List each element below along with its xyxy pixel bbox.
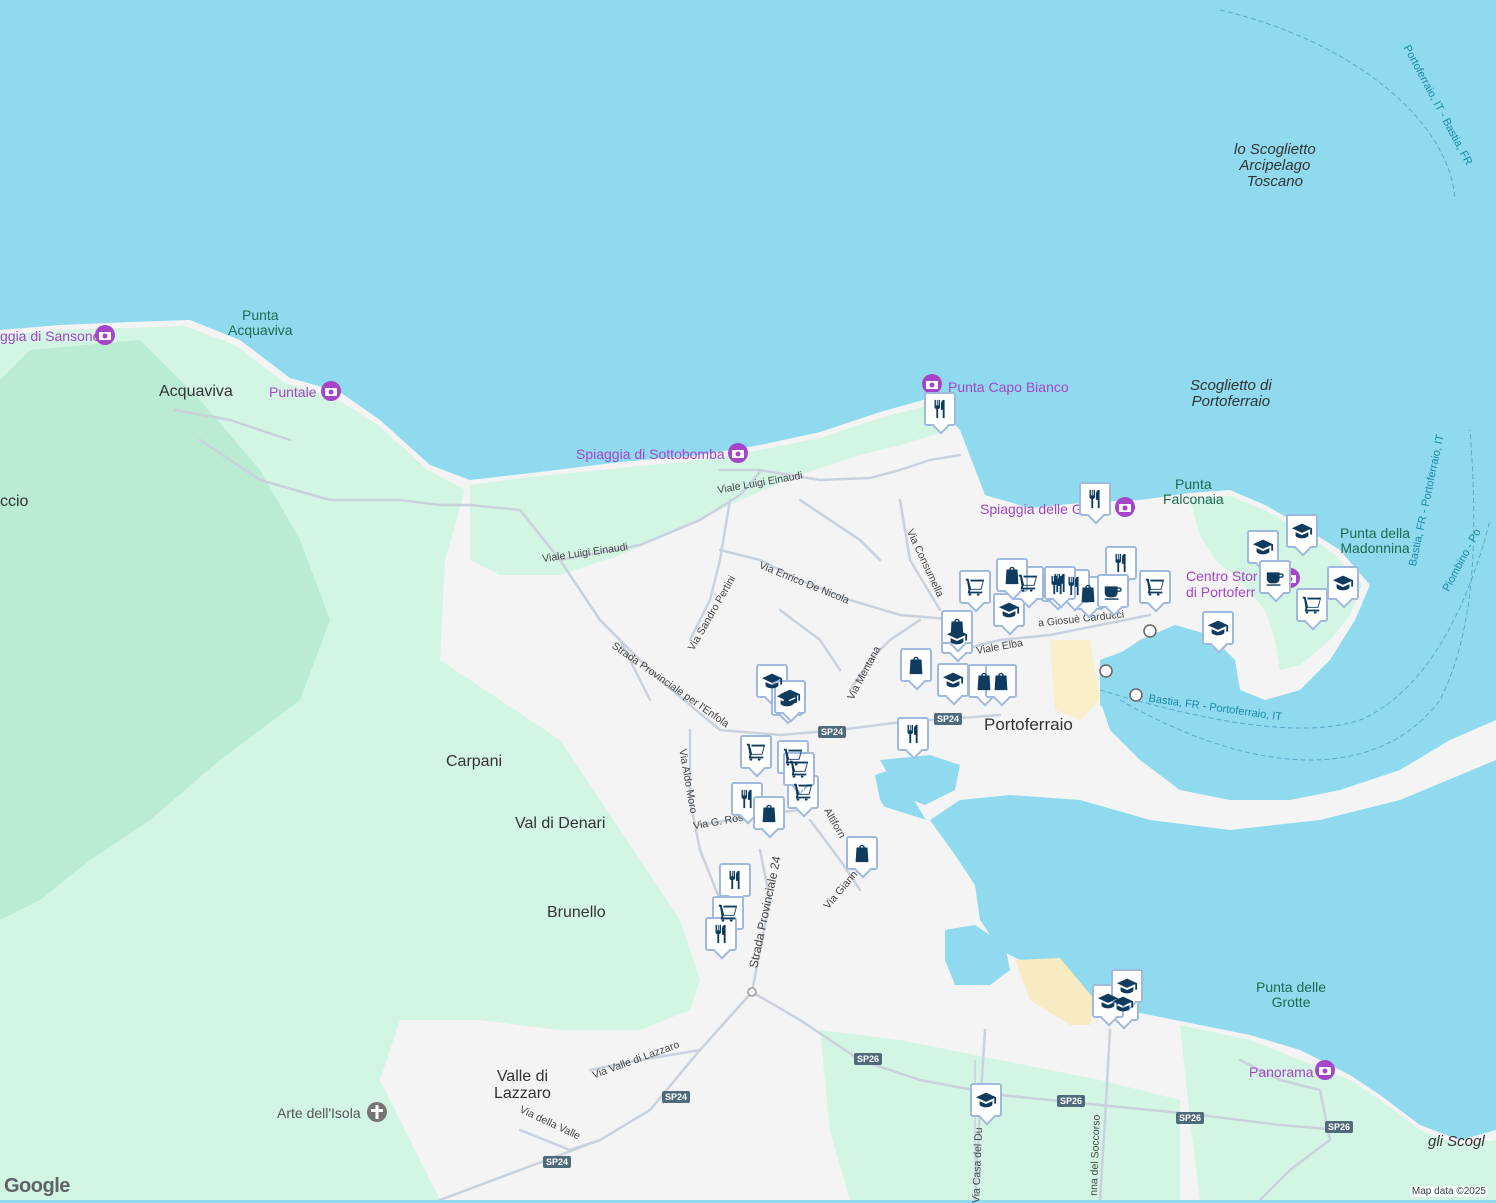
poi-punta-capo-bianco[interactable]: Punta Capo Bianco	[948, 380, 1069, 394]
cart-icon	[745, 741, 767, 763]
bag-icon	[851, 842, 873, 864]
shield-sp24: SP24	[818, 726, 847, 738]
road-via-casa-due: Via Casa del Du	[970, 1127, 985, 1203]
shield-sp26: SP26	[1176, 1112, 1205, 1124]
marker-pin-restaurant[interactable]	[719, 863, 751, 897]
sea-label-scoglietto-portoferraio: Scoglietto di Portoferraio	[1190, 377, 1272, 410]
marker-pin-bag[interactable]	[753, 796, 785, 830]
place-portoferraio: Portoferraio	[984, 715, 1073, 734]
marker-pin-cart[interactable]	[1139, 570, 1171, 604]
poi-spiaggia-sansone[interactable]: ggia di Sansone	[0, 329, 100, 343]
marker-pin-school[interactable]	[1327, 566, 1359, 600]
marker-pin-bag[interactable]	[900, 648, 932, 682]
shield-sp26: SP26	[854, 1053, 883, 1065]
school-icon	[779, 686, 801, 708]
cart-icon	[717, 902, 739, 924]
school-icon	[998, 599, 1020, 621]
marker-pin-bag[interactable]	[846, 836, 878, 870]
marker-pin-cart[interactable]	[1296, 588, 1328, 622]
school-icon	[1252, 536, 1274, 558]
place-valle-di-lazzaro: Valle di Lazzaro	[494, 1068, 551, 1102]
place-carpani: Carpani	[446, 753, 503, 770]
bag-icon	[1001, 564, 1023, 586]
place-brunello: Brunello	[547, 904, 606, 921]
shield-sp26: SP26	[1325, 1121, 1354, 1133]
green-label-punta-grotte: Punta delle Grotte	[1256, 979, 1327, 1010]
cart-icon	[1144, 576, 1166, 598]
map-attribution[interactable]: Map data ©2025	[1409, 1186, 1488, 1197]
school-icon	[1116, 975, 1138, 997]
bag-icon	[905, 654, 927, 676]
green-label-punta-falconaia: Punta Falconaia	[1163, 476, 1224, 507]
shield-sp24: SP24	[543, 1156, 572, 1168]
restaurant-icon	[724, 869, 746, 891]
school-icon	[942, 669, 964, 691]
restaurant-icon	[902, 723, 924, 745]
bag-icon	[990, 670, 1012, 692]
green-label-punta-madonnina: Punta della Madonnina	[1340, 525, 1411, 556]
restaurant-icon	[1110, 552, 1132, 574]
cart-icon	[788, 758, 810, 780]
cart-icon	[792, 781, 814, 803]
marker-pin-school[interactable]	[1202, 611, 1234, 645]
marker-pin-cart[interactable]	[740, 735, 772, 769]
road-via-soccorso: nna del Soccorso	[1087, 1114, 1103, 1196]
marker-pin-cart[interactable]	[959, 570, 991, 604]
marker-pin-school[interactable]	[1286, 514, 1318, 548]
poi-spiaggia-sottobomba[interactable]: Spiaggia di Sottobomba	[576, 447, 725, 461]
restaurant-icon	[710, 923, 732, 945]
place-val-di-denari: Val di Denari	[515, 815, 606, 832]
shield-sp24: SP24	[662, 1091, 691, 1103]
marker-pin-restaurant[interactable]	[897, 717, 929, 751]
shield-sp26: SP26	[1057, 1095, 1086, 1107]
marker-pin-restaurant[interactable]	[1079, 482, 1111, 516]
marker-pin-school[interactable]	[937, 663, 969, 697]
cart-icon	[964, 576, 986, 598]
sea-label-gli-scogl: gli Scogl	[1428, 1133, 1485, 1150]
poi-spiaggia-ghiaie[interactable]: Spiaggia delle G	[980, 502, 1083, 516]
google-logo: Google	[4, 1175, 70, 1197]
marker-pin-cafe[interactable]	[1259, 560, 1291, 594]
place-ccio: ccio	[0, 493, 29, 510]
cafe-icon	[1102, 580, 1124, 602]
bag-icon	[758, 802, 780, 824]
cafe-icon	[1264, 566, 1286, 588]
shield-sp24: SP24	[934, 713, 963, 725]
school-icon	[1332, 572, 1354, 594]
marker-pin-cafe[interactable]	[1097, 574, 1129, 608]
bag-icon	[946, 616, 968, 638]
poi-arte-isola[interactable]: Arte dell'Isola	[277, 1106, 361, 1120]
restaurant-icon	[929, 398, 951, 420]
green-label-punta-acquaviva: Punta Acquaviva	[228, 307, 293, 338]
poi-panorama[interactable]: Panorama	[1249, 1065, 1314, 1079]
school-icon	[975, 1089, 997, 1111]
marker-pin-school[interactable]	[970, 1083, 1002, 1117]
marker-pin-school[interactable]	[1247, 530, 1279, 564]
place-acquaviva: Acquaviva	[159, 383, 233, 400]
restaurant-icon	[736, 788, 758, 810]
cart-icon	[1301, 594, 1323, 616]
marker-pin-restaurant[interactable]	[924, 392, 956, 426]
restaurant-icon	[1049, 572, 1071, 594]
poi-puntale[interactable]: Puntale	[269, 385, 316, 399]
school-icon	[1291, 520, 1313, 542]
sea-label-scoglietto-arcipelago: lo Scoglietto Arcipelago Toscano	[1234, 141, 1316, 190]
marker-pin-bag[interactable]	[985, 664, 1017, 698]
restaurant-icon	[1084, 488, 1106, 510]
poi-centro-storico[interactable]: Centro Stor di Portoferr	[1186, 568, 1258, 600]
school-icon	[1207, 617, 1229, 639]
